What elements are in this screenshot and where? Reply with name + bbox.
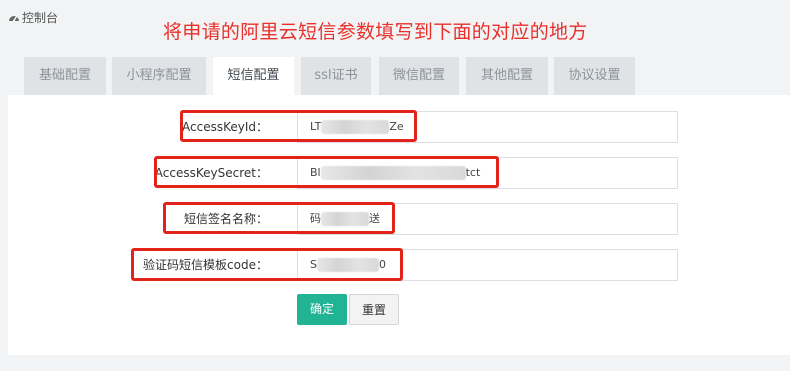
access-key-secret-label: AccessKeySecret： [154,166,268,180]
template-code-label: 验证码短信模板code： [143,258,268,272]
redacted-blur [316,258,379,272]
sms-config-panel: AccessKeyId： LT Ze AccessKeySecret： Bl tct… [8,95,790,355]
console-breadcrumb[interactable]: 控制台 [8,9,58,26]
access-key-id-value-start: LT [310,120,322,133]
console-title: 控制台 [22,11,59,25]
reset-button[interactable]: 重置 [349,294,399,325]
dashboard-icon [9,15,19,21]
sms-signature-value-end: 送 [369,212,380,225]
template-code-value-end: 0 [378,258,386,271]
access-key-id-input[interactable]: LT Ze [297,111,678,143]
redacted-blur [321,212,369,226]
redacted-blur [320,166,466,180]
instruction-annotation: 将申请的阿里云短信参数填写到下面的对应的地方 [163,21,588,43]
tab-miniprogram-config[interactable]: 小程序配置 [112,57,206,95]
tab-ssl-certificate[interactable]: ssl证书 [301,57,371,95]
access-key-id-label: AccessKeyId： [182,120,268,134]
tab-sms-config[interactable]: 短信配置 [213,57,294,97]
template-code-input[interactable]: S0 [297,249,678,281]
tab-wechat-config[interactable]: 微信配置 [379,57,459,95]
confirm-button[interactable]: 确定 [297,294,347,325]
form-row-access-key-id: AccessKeyId： LT Ze [8,111,790,143]
top-bar: 控制台 将申请的阿里云短信参数填写到下面的对应的地方 [0,0,790,44]
tab-basic-config[interactable]: 基础配置 [24,57,106,95]
sms-signature-value-start: 码 [310,212,321,225]
form-row-sms-signature: 短信签名名称： 码送 [8,203,790,235]
form-row-access-key-secret: AccessKeySecret： Bl tct [8,157,790,189]
template-code-value-start: S [310,258,317,271]
sms-signature-input[interactable]: 码送 [297,203,678,235]
redacted-blur [321,120,390,134]
access-key-secret-value-start: Bl [310,166,321,179]
form-row-template-code: 验证码短信模板code： S0 [8,249,790,281]
access-key-id-value-end: Ze [389,120,404,133]
access-key-secret-input[interactable]: Bl tct [297,157,678,189]
tab-other-config[interactable]: 其他配置 [466,57,548,95]
sms-signature-label: 短信签名名称： [183,212,268,226]
access-key-secret-value-end: tct [465,166,481,179]
tab-agreement-settings[interactable]: 协议设置 [554,57,635,95]
